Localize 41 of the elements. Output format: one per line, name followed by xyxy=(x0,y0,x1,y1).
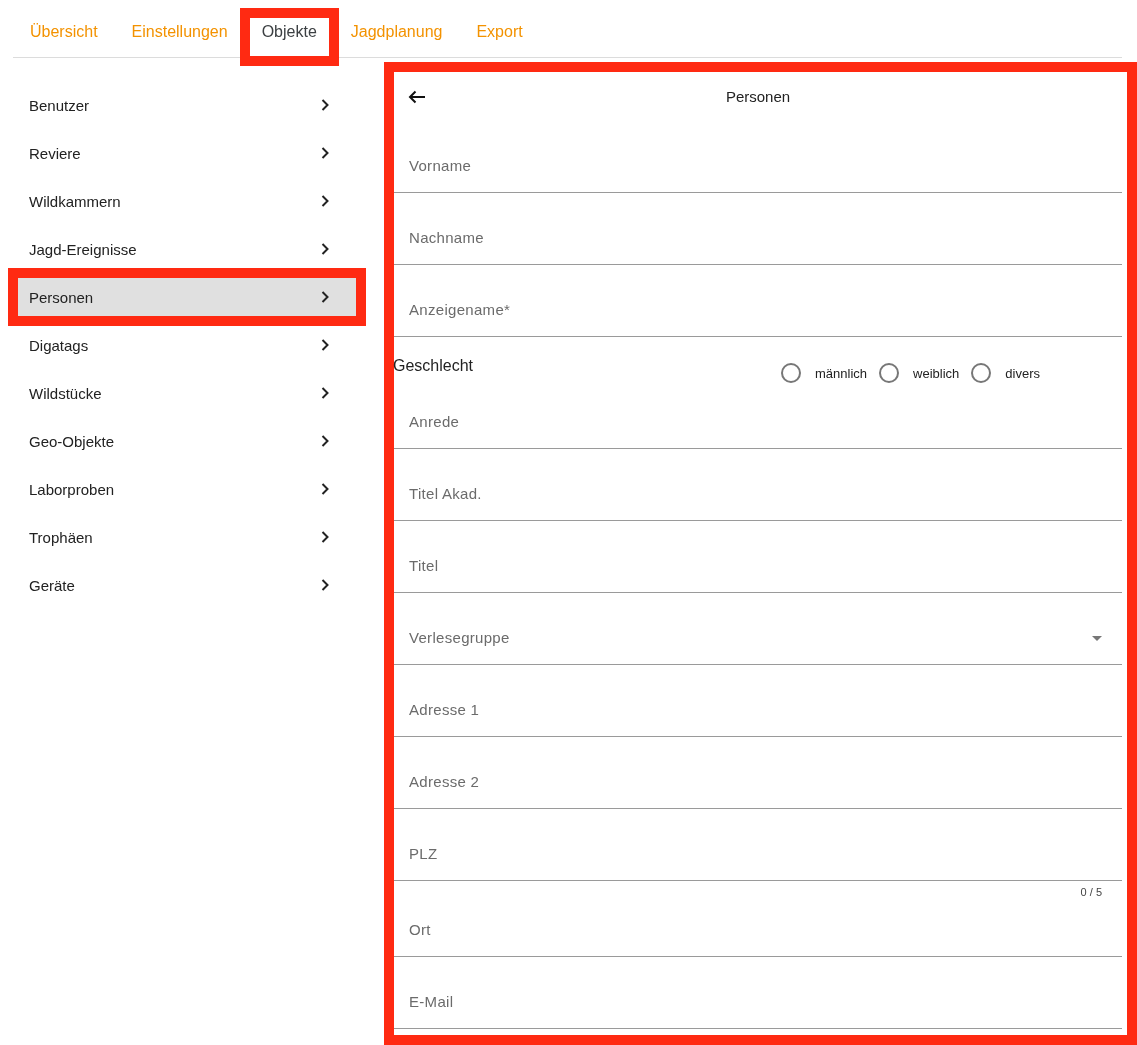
field-label: Geschlecht xyxy=(393,356,475,375)
input-field[interactable]: Anrede xyxy=(409,413,1102,430)
chevron-right-icon xyxy=(321,147,329,159)
input-field[interactable]: Vorname xyxy=(409,157,1102,174)
character-counter: 0 / 5 xyxy=(1079,885,1103,899)
input-field[interactable]: Nachname xyxy=(409,229,1102,246)
sidebar-item[interactable]: Reviere xyxy=(8,129,366,177)
radio-option[interactable]: weiblich xyxy=(879,363,960,383)
sidebar-item[interactable]: Geräte xyxy=(8,561,366,609)
input-field[interactable]: Titel xyxy=(409,557,1102,574)
sidebar-item[interactable]: Personen xyxy=(8,268,366,326)
radio-option[interactable]: männlich xyxy=(781,363,868,383)
sidebar-item[interactable]: Trophäen xyxy=(8,513,366,561)
chevron-right-icon xyxy=(321,387,329,399)
dropdown-caret-icon xyxy=(1092,636,1102,641)
sidebar-item[interactable]: Benutzer xyxy=(8,81,366,129)
input-field[interactable]: PLZ xyxy=(409,845,1102,862)
sidebar-item[interactable]: Wildstücke xyxy=(8,369,366,417)
input-field[interactable]: Adresse 1 xyxy=(409,701,1102,718)
chevron-right-icon xyxy=(321,243,329,255)
radio-option[interactable]: divers xyxy=(971,363,1040,383)
input-field[interactable]: Anzeigename* xyxy=(409,301,1102,318)
select-field[interactable]: Verlesegruppe xyxy=(409,629,1092,646)
chevron-right-icon xyxy=(321,195,329,207)
sidebar-item[interactable]: Laborproben xyxy=(8,465,366,513)
input-field[interactable]: Ort xyxy=(409,921,1102,938)
form-title: Personen xyxy=(725,88,791,105)
back-arrow-icon xyxy=(408,89,426,104)
tab[interactable]: Objekte xyxy=(239,8,339,66)
input-field[interactable]: E-Mail xyxy=(409,993,1102,1010)
input-field[interactable]: Titel Akad. xyxy=(409,485,1102,502)
chevron-right-icon xyxy=(321,291,329,303)
chevron-right-icon xyxy=(321,483,329,495)
input-field[interactable]: Adresse 2 xyxy=(409,773,1102,790)
chevron-right-icon xyxy=(321,99,329,111)
chevron-right-icon xyxy=(321,435,329,447)
sidebar-item[interactable]: Wildkammern xyxy=(8,177,366,225)
chevron-right-icon xyxy=(321,339,329,351)
sidebar-item[interactable]: Geo-Objekte xyxy=(8,417,366,465)
chevron-right-icon xyxy=(321,579,329,591)
chevron-right-icon xyxy=(321,531,329,543)
